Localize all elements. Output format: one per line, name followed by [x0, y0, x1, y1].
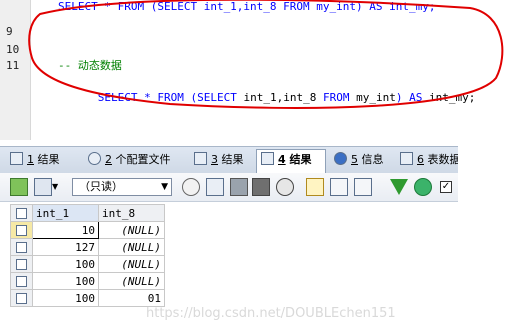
code-text: SELECT * FROM (SELECT int_1,int_8 FROM m…	[58, 0, 436, 13]
grid-icon	[194, 152, 207, 165]
limit-rows-checkbox[interactable]: ✓	[440, 181, 452, 193]
row-checkbox[interactable]	[10, 255, 33, 273]
column-header-int-8[interactable]: int_8	[98, 204, 165, 222]
info-icon	[334, 152, 347, 165]
export-grid-icon[interactable]	[10, 178, 28, 196]
save-icon[interactable]	[230, 178, 248, 196]
tab-profiles-2[interactable]: 2 个配置文件	[84, 150, 171, 170]
table-icon	[400, 152, 413, 165]
code-line-11[interactable]: 11 SELECT * FROM (SELECT int_1,int_8 FRO…	[0, 42, 475, 104]
grid-header-row: int_1 int_8	[10, 204, 165, 222]
filter-icon[interactable]	[390, 179, 408, 195]
row-checkbox[interactable]	[10, 272, 33, 290]
tab-result-3[interactable]: 3 结果	[190, 150, 244, 170]
cell-int-8[interactable]: (NULL)	[98, 272, 165, 290]
select-all-checkbox[interactable]	[10, 204, 33, 222]
cancel-icon[interactable]	[276, 178, 294, 196]
row-checkbox[interactable]	[10, 221, 33, 239]
row-checkbox[interactable]	[10, 238, 33, 256]
tab-result-4[interactable]: 4 结果	[256, 149, 326, 173]
tab-result-1[interactable]: 1 结果	[6, 150, 60, 170]
column-header-int-1[interactable]: int_1	[32, 204, 99, 222]
readonly-mode-select[interactable]: （只读） ▼	[72, 178, 172, 196]
add-row-icon[interactable]	[182, 178, 200, 196]
table-row[interactable]: 100 (NULL)	[10, 255, 165, 273]
cell-int-8[interactable]: (NULL)	[98, 238, 165, 256]
cell-int-8[interactable]: (NULL)	[98, 255, 165, 273]
result-toolbar: ▼ （只读） ▼ ✓	[0, 173, 458, 202]
cell-int-1[interactable]: 100	[32, 255, 99, 273]
tab-table-data-6[interactable]: 6 表数据	[396, 150, 458, 170]
watermark: https://blog.csdn.net/DOUBLEchen151	[146, 306, 396, 321]
code-line-9[interactable]: 9 SELECT * FROM (SELECT int_1,int_8 FROM…	[0, 0, 436, 38]
table-row[interactable]: 100 (NULL)	[10, 272, 165, 290]
cell-int-1[interactable]: 10	[32, 221, 99, 239]
grid-icon	[10, 152, 23, 165]
tab-info-5[interactable]: 5 信息	[330, 150, 384, 170]
chevron-down-icon[interactable]: ▼	[52, 178, 62, 196]
cell-int-8[interactable]: (NULL)	[98, 221, 165, 239]
profile-icon	[88, 152, 101, 165]
result-grid: int_1 int_8 10 (NULL) 127 (NULL) 100 (NU…	[10, 204, 165, 307]
text-view-icon[interactable]	[354, 178, 372, 196]
cell-int-1[interactable]: 100	[32, 289, 99, 307]
cell-int-1[interactable]: 127	[32, 238, 99, 256]
grid-icon	[261, 152, 274, 165]
line-number: 11	[6, 59, 20, 72]
form-view-icon[interactable]	[330, 178, 348, 196]
delete-icon[interactable]	[252, 178, 270, 196]
code-comment: -- 动态数据	[58, 59, 122, 72]
duplicate-row-icon[interactable]	[206, 178, 224, 196]
table-row[interactable]: 100 01	[10, 289, 165, 307]
table-row[interactable]: 10 (NULL)	[10, 221, 165, 239]
import-icon[interactable]	[34, 178, 52, 196]
sql-editor[interactable]: 9 SELECT * FROM (SELECT int_1,int_8 FROM…	[0, 0, 507, 140]
cell-int-1[interactable]: 100	[32, 272, 99, 290]
code-text: SELECT * FROM (SELECT int_1,int_8 FROM m…	[97, 91, 476, 104]
table-row[interactable]: 127 (NULL)	[10, 238, 165, 256]
refresh-icon[interactable]	[414, 178, 432, 196]
result-tabs: 1 结果 2 个配置文件 3 结果 4 结果 5 信息 6 表数据	[0, 146, 458, 174]
code-line-10[interactable]: 10 -- 动态数据	[0, 26, 122, 72]
row-checkbox[interactable]	[10, 289, 33, 307]
grid-view-icon[interactable]	[306, 178, 324, 196]
cell-int-8[interactable]: 01	[98, 289, 165, 307]
chevron-down-icon: ▼	[161, 182, 168, 192]
